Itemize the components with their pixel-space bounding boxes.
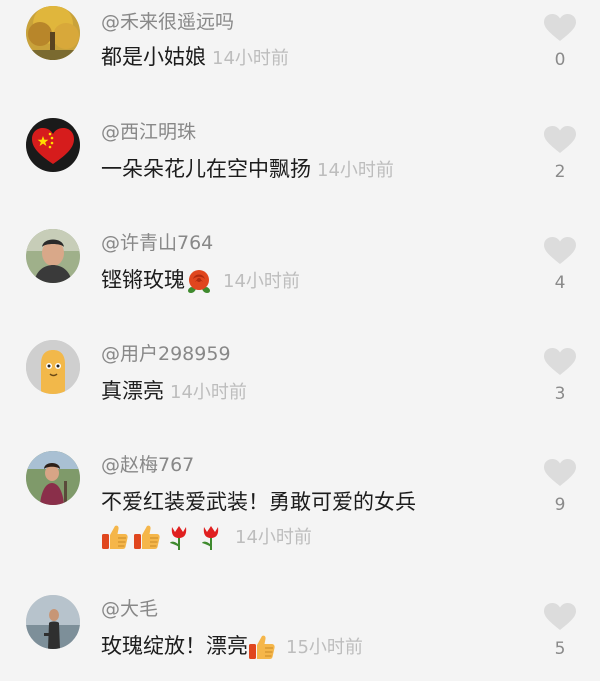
avatar-red-heart-flag-icon bbox=[26, 118, 80, 172]
like-button[interactable]: 3 bbox=[540, 348, 580, 404]
tulip-icon bbox=[165, 523, 193, 551]
comment-time: 14小时前 bbox=[317, 160, 394, 181]
user-avatar[interactable] bbox=[26, 595, 80, 649]
comment-text: 都是小姑娘 bbox=[101, 45, 206, 69]
like-button[interactable]: 0 bbox=[540, 14, 580, 70]
like-button[interactable]: 5 bbox=[540, 603, 580, 659]
comment-text: 玫瑰绽放！漂亮 bbox=[101, 634, 248, 658]
like-count: 9 bbox=[554, 495, 566, 515]
comment-text: 一朵朵花儿在空中飘扬 bbox=[101, 157, 311, 181]
comment-text-line: 真漂亮 14小时前 bbox=[101, 374, 530, 410]
comment-username[interactable]: @赵梅767 bbox=[101, 453, 194, 477]
comment-text: 铿锵玫瑰 bbox=[101, 268, 185, 292]
comment-username[interactable]: @禾来很遥远吗 bbox=[101, 10, 234, 34]
comment-time: 14小时前 bbox=[235, 527, 312, 548]
comment-text-line: 不爱红装爱武装！勇敢可爱的女兵 bbox=[101, 485, 530, 519]
comment-text: 真漂亮 bbox=[101, 379, 164, 403]
avatar-autumn-tree-icon bbox=[26, 6, 80, 60]
avatar-man-lake-icon bbox=[26, 595, 80, 649]
heart-icon bbox=[540, 126, 580, 154]
avatar-default-cartoon-icon bbox=[26, 340, 80, 394]
comment-time: 15小时前 bbox=[286, 637, 363, 658]
comment-emoji-line: 14小时前 bbox=[101, 519, 312, 555]
comment-time: 14小时前 bbox=[223, 271, 300, 292]
like-button[interactable]: 9 bbox=[540, 459, 580, 515]
comment-time: 14小时前 bbox=[170, 382, 247, 403]
avatar-woman-outdoor-icon bbox=[26, 451, 80, 505]
thumbs-up-icon bbox=[101, 523, 129, 551]
tulip-icon bbox=[197, 523, 225, 551]
comment-text-line: 玫瑰绽放！漂亮 15小时前 bbox=[101, 629, 530, 665]
user-avatar[interactable] bbox=[26, 118, 80, 172]
like-button[interactable]: 4 bbox=[540, 237, 580, 293]
comment-text-line: 一朵朵花儿在空中飘扬 14小时前 bbox=[101, 152, 530, 188]
thumbs-up-icon bbox=[248, 633, 276, 661]
user-avatar[interactable] bbox=[26, 340, 80, 394]
heart-icon bbox=[540, 237, 580, 265]
comment-username[interactable]: @用户298959 bbox=[101, 342, 231, 366]
like-count: 2 bbox=[554, 162, 566, 182]
comment-list: @禾来很遥远吗 都是小姑娘 14小时前 0 @西江明珠 一朵朵花儿在空中飘扬 1… bbox=[0, 0, 600, 681]
comment-text-line: 铿锵玫瑰 14小时前 bbox=[101, 263, 530, 299]
heart-icon bbox=[540, 459, 580, 487]
like-count: 5 bbox=[554, 639, 566, 659]
user-avatar[interactable] bbox=[26, 6, 80, 60]
heart-icon bbox=[540, 14, 580, 42]
thumbs-up-icon bbox=[133, 523, 161, 551]
like-count: 3 bbox=[554, 384, 566, 404]
user-avatar[interactable] bbox=[26, 229, 80, 283]
like-button[interactable]: 2 bbox=[540, 126, 580, 182]
comment-username[interactable]: @西江明珠 bbox=[101, 120, 196, 144]
comment-text: 不爱红装爱武装！勇敢可爱的女兵 bbox=[101, 490, 416, 514]
comment-username[interactable]: @大毛 bbox=[101, 597, 158, 621]
user-avatar[interactable] bbox=[26, 451, 80, 505]
heart-icon bbox=[540, 348, 580, 376]
comment-time: 14小时前 bbox=[212, 48, 289, 69]
comment-text-line: 都是小姑娘 14小时前 bbox=[101, 40, 530, 76]
like-count: 0 bbox=[554, 50, 566, 70]
rose-icon bbox=[185, 267, 213, 295]
avatar-man-portrait-icon bbox=[26, 229, 80, 283]
heart-icon bbox=[540, 603, 580, 631]
comment-username[interactable]: @许青山764 bbox=[101, 231, 213, 255]
like-count: 4 bbox=[554, 273, 566, 293]
